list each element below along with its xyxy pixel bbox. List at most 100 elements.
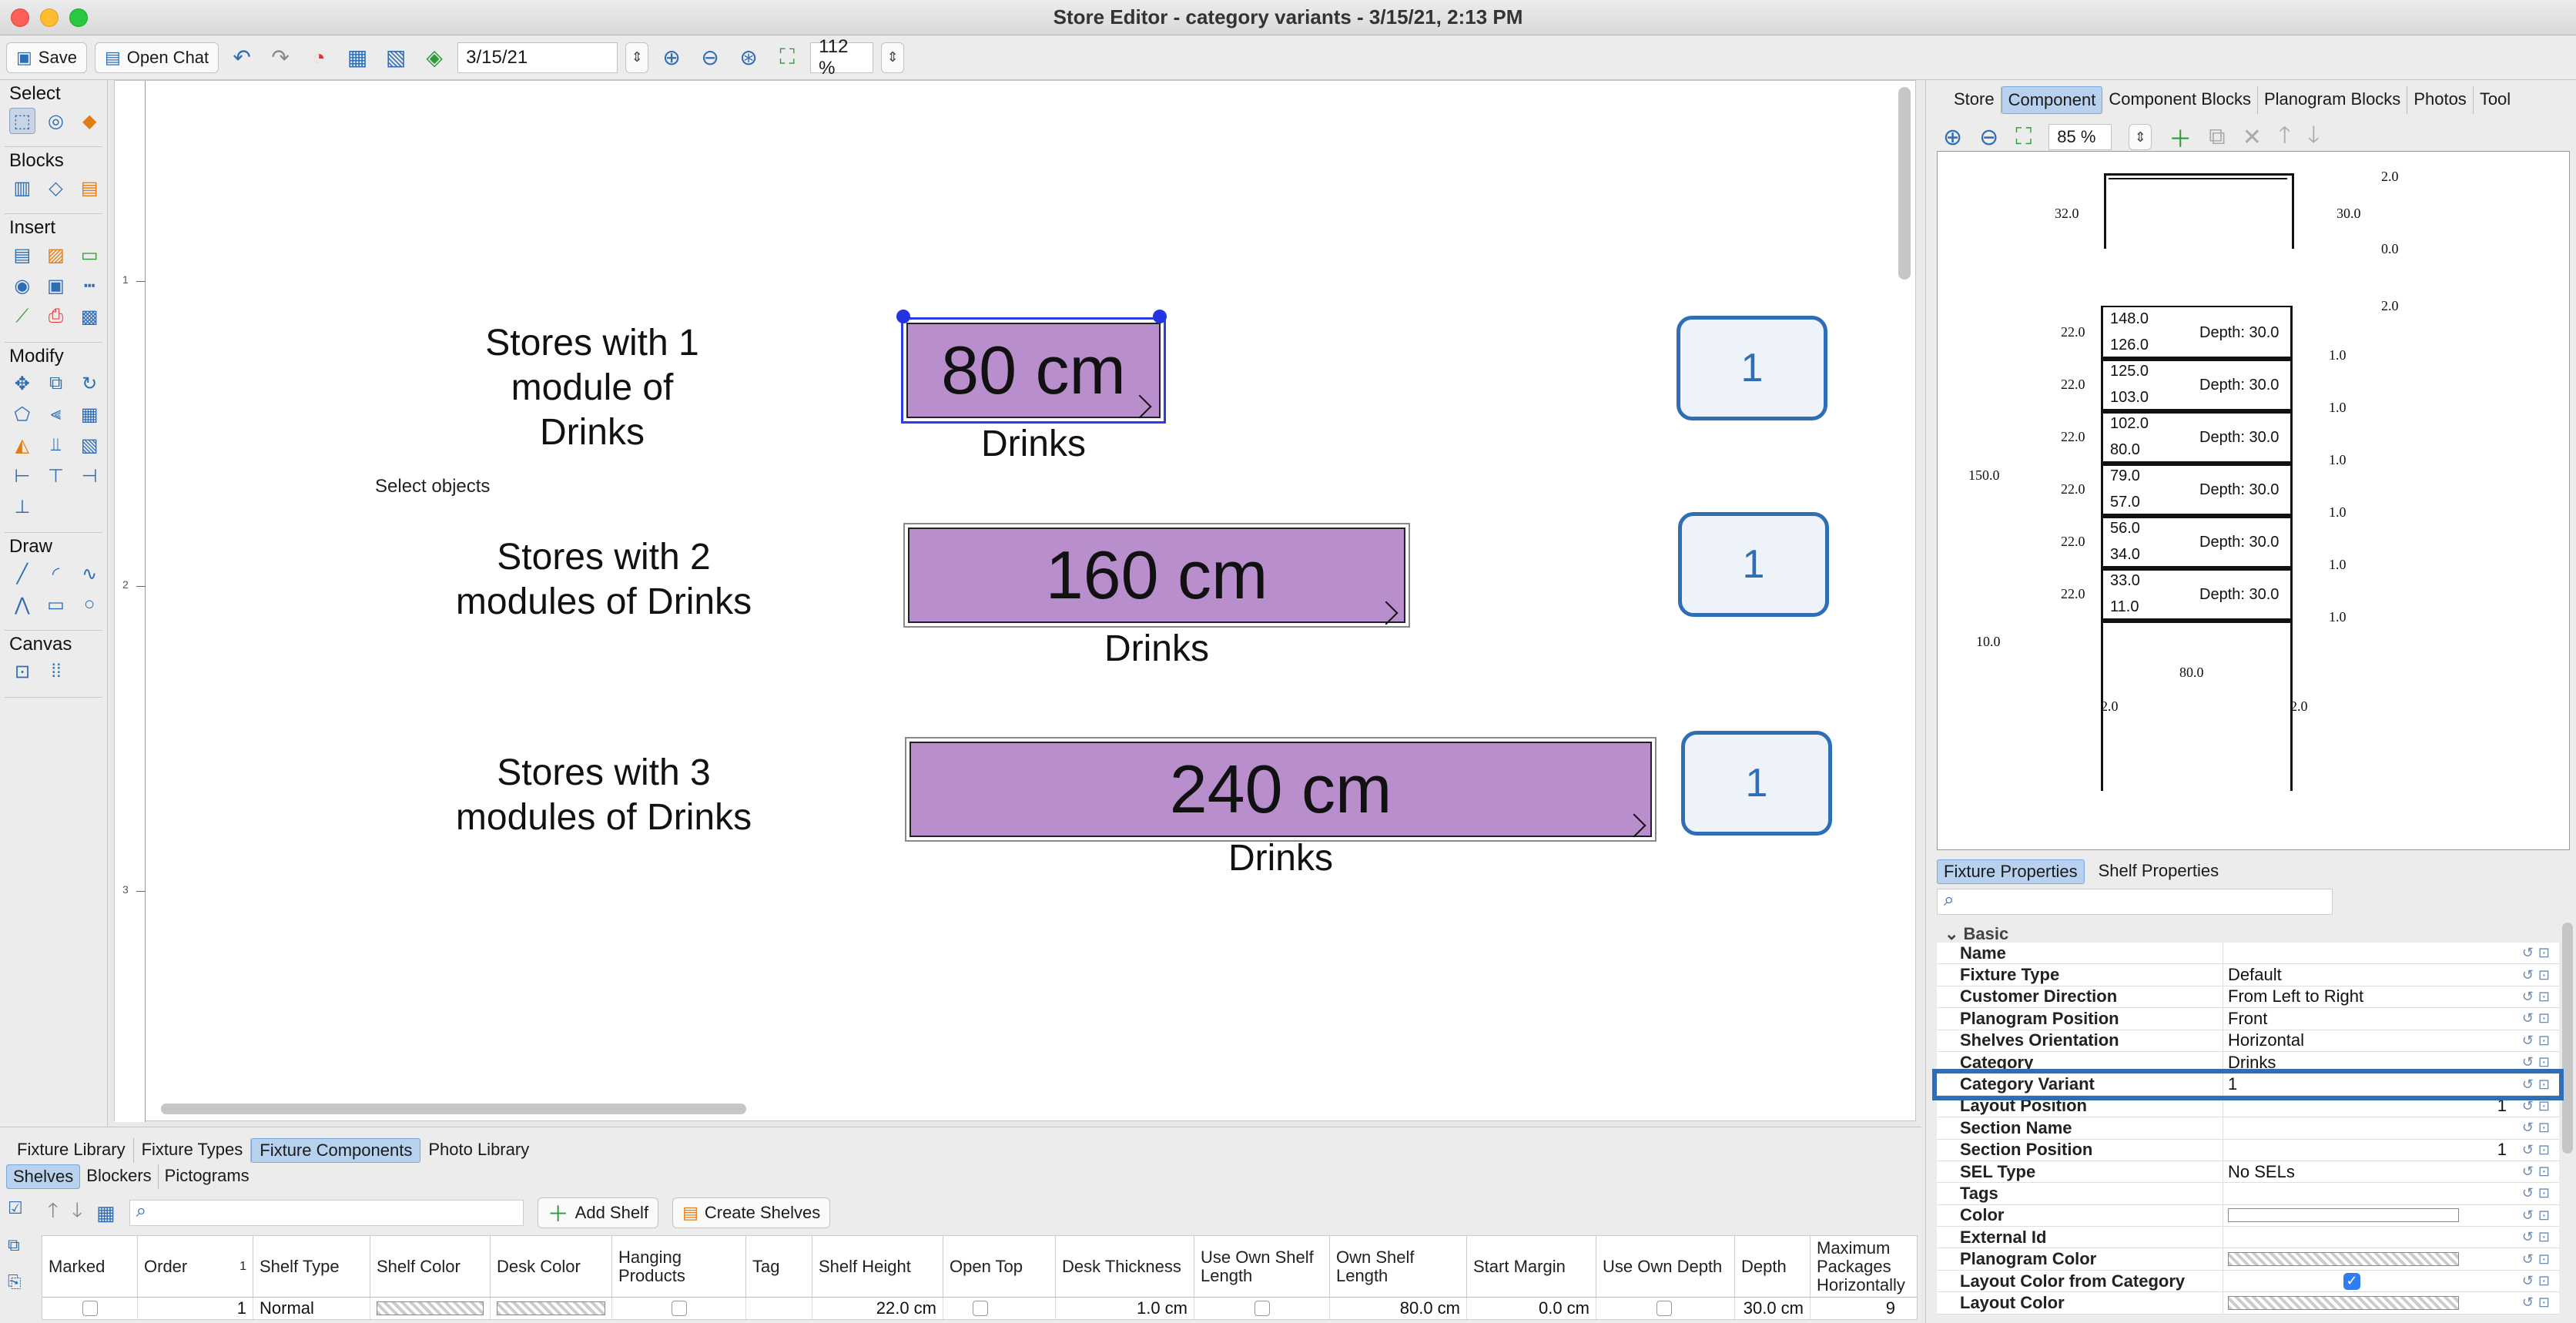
column-header[interactable]: Shelf Color	[370, 1236, 491, 1297]
link-icon[interactable]: ⊡	[2538, 1033, 2550, 1049]
layout-color-checkbox[interactable]: ✓	[2343, 1272, 2360, 1290]
canvas-horizontal-scrollbar[interactable]	[161, 1104, 746, 1114]
property-value[interactable]: Default	[2223, 964, 2513, 985]
property-row[interactable]: Name ↺ ⊡	[1937, 943, 2559, 965]
link-icon[interactable]: ⊡	[2538, 967, 2550, 983]
canvas-grid-icon[interactable]: ⁞⁞	[43, 658, 69, 685]
color-swatch[interactable]	[2228, 1208, 2459, 1223]
cell-max-packages[interactable]: 9	[1811, 1298, 1901, 1319]
zoom-in-icon[interactable]: ⊕	[656, 42, 687, 73]
link-icon[interactable]: ⊡	[2538, 1120, 2550, 1136]
property-row[interactable]: Color ↺ ⊡	[1937, 1204, 2559, 1228]
insert-image-icon[interactable]: ▩	[76, 303, 102, 330]
select-layers-icon[interactable]: ◆	[76, 108, 102, 134]
property-row[interactable]: Planogram Color ↺ ⊡	[1937, 1248, 2559, 1271]
layout-icon[interactable]: ▧	[380, 42, 411, 73]
column-header[interactable]: Hanging Products	[612, 1236, 746, 1297]
move-icon[interactable]: ✥	[9, 370, 35, 397]
property-value[interactable]	[2223, 1248, 2513, 1269]
use-own-depth-checkbox[interactable]	[1656, 1301, 1672, 1316]
link-icon[interactable]: ⊡	[2538, 1010, 2550, 1027]
open-top-checkbox[interactable]	[973, 1301, 988, 1316]
close-window-button[interactable]	[11, 8, 29, 27]
property-value[interactable]	[2223, 1183, 2513, 1204]
link-icon[interactable]: ⊡	[2538, 1207, 2550, 1224]
zoom-window-button[interactable]	[69, 8, 88, 27]
insert-table-icon[interactable]: ▤	[9, 242, 35, 268]
move-down-icon[interactable]: 🡓	[72, 1196, 83, 1230]
property-scrollbar[interactable]	[2562, 923, 2573, 1154]
property-row[interactable]: Layout Position 1 ↺ ⊡	[1937, 1095, 2559, 1118]
block-fixture-icon[interactable]: ▥	[9, 175, 35, 201]
draw-circle-icon[interactable]: ○	[76, 591, 102, 618]
property-value[interactable]	[2223, 1292, 2513, 1313]
property-row[interactable]: External Id ↺ ⊡	[1937, 1227, 2559, 1249]
draw-line-icon[interactable]: ╱	[9, 561, 35, 587]
column-header[interactable]: Shelf Type	[253, 1236, 370, 1297]
align-horizontal-icon[interactable]: ⊢	[9, 463, 35, 489]
reset-icon[interactable]: ↺	[2522, 1142, 2534, 1158]
table-row[interactable]: 1 Normal 22.0 cm 1.0 cm 80.0 cm 0.0 cm 3…	[42, 1298, 1917, 1319]
delete-icon[interactable]: ✕	[2243, 124, 2262, 151]
reset-icon[interactable]: ↺	[2522, 1229, 2534, 1245]
link-icon[interactable]: ⊡	[2538, 1164, 2550, 1180]
property-row[interactable]: Section Position 1 ↺ ⊡	[1937, 1139, 2559, 1161]
component-zoom-stepper[interactable]: ⇕	[2129, 124, 2152, 150]
cell-own-shelf-length[interactable]: 80.0 cm	[1330, 1298, 1467, 1319]
zoom-out-icon[interactable]: ⊖	[695, 42, 725, 73]
property-value[interactable]: Drinks	[2223, 1052, 2513, 1073]
calendar-icon[interactable]: ▦	[96, 1201, 116, 1225]
column-header[interactable]: Shelf Height	[812, 1236, 943, 1297]
reset-icon[interactable]: ↺	[2522, 1273, 2534, 1289]
property-row[interactable]: Category Drinks ↺ ⊡	[1937, 1051, 2559, 1074]
block-stack-icon[interactable]: ◇	[43, 175, 69, 201]
link-icon[interactable]: ⊡	[2538, 1098, 2550, 1114]
canvas-vertical-scrollbar[interactable]	[1898, 87, 1911, 280]
draw-arc-icon[interactable]: ◜	[43, 561, 69, 587]
layers-icon[interactable]: ◈	[419, 42, 450, 73]
link-icon[interactable]: ⊡	[2538, 1229, 2550, 1245]
variant-count-box-2[interactable]: 1	[1678, 512, 1829, 617]
insert-line-icon[interactable]: ⟋	[9, 303, 35, 330]
tab-shelf-properties[interactable]: Shelf Properties	[2092, 859, 2226, 884]
property-value[interactable]: 1	[2223, 1096, 2513, 1117]
shelf-color-swatch[interactable]	[377, 1301, 484, 1315]
tab-photos[interactable]: Photos	[2407, 86, 2474, 114]
property-row[interactable]: Tags ↺ ⊡	[1937, 1183, 2559, 1205]
tab-shelves[interactable]: Shelves	[6, 1164, 81, 1189]
reset-icon[interactable]: ↺	[2522, 1185, 2534, 1201]
link-icon[interactable]: ⊡	[2538, 945, 2550, 961]
reset-icon[interactable]: ↺	[2522, 1120, 2534, 1136]
cell-shelf-height[interactable]: 22.0 cm	[812, 1298, 943, 1319]
tab-blockers[interactable]: Blockers	[80, 1164, 159, 1189]
distribute-icon[interactable]: ▦	[76, 401, 102, 427]
property-search-input[interactable]: ⌕	[1937, 889, 2333, 915]
tab-photo-library[interactable]: Photo Library	[420, 1138, 537, 1163]
arrange-icon[interactable]: ▧	[76, 432, 102, 458]
open-chat-button[interactable]: ▤ Open Chat	[94, 42, 219, 73]
property-value[interactable]: From Left to Right	[2223, 986, 2513, 1007]
date-stepper[interactable]: ⇕	[625, 42, 649, 73]
section-basic[interactable]: ⌄ Basic	[1937, 923, 2559, 943]
property-row[interactable]: Layout Color ↺ ⊡	[1937, 1292, 2559, 1315]
tab-pictograms[interactable]: Pictograms	[159, 1164, 256, 1189]
zoom-out-icon[interactable]: ⊖	[1979, 124, 1998, 151]
tab-fixture-components[interactable]: Fixture Components	[251, 1138, 421, 1163]
copy-icon[interactable]: ⧉	[2209, 124, 2225, 150]
draw-polyline-icon[interactable]: ⋀	[9, 591, 35, 618]
zoom-field[interactable]: 112 %	[810, 36, 874, 79]
property-value[interactable]: ✓	[2223, 1271, 2513, 1291]
align-left-icon[interactable]: ⫷	[43, 401, 69, 427]
link-icon[interactable]: ⊡	[2538, 1142, 2550, 1158]
column-header[interactable]: Start Margin	[1467, 1236, 1596, 1297]
hanging-products-checkbox[interactable]	[671, 1301, 687, 1316]
reset-icon[interactable]: ↺	[2522, 1295, 2534, 1311]
canvas-frame-icon[interactable]: ⊡	[9, 658, 35, 685]
reset-icon[interactable]: ↺	[2522, 1251, 2534, 1268]
block-list-icon[interactable]: ▤	[76, 175, 102, 201]
property-value[interactable]: No SELs	[2223, 1161, 2513, 1182]
flip-icon[interactable]: ◭	[9, 432, 35, 458]
align-down-icon[interactable]: ⊥	[9, 494, 35, 520]
drinks-block-160[interactable]: 160 cm	[903, 523, 1410, 628]
grid-toggle-icon[interactable]: ▦	[342, 42, 373, 73]
